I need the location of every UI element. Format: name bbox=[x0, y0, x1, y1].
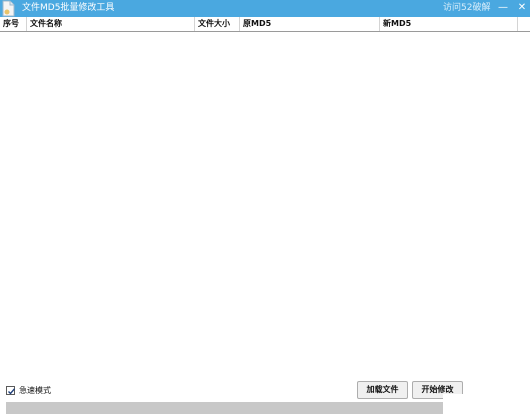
column-header-filler bbox=[518, 17, 530, 31]
fast-mode-label: 急速模式 bbox=[19, 385, 51, 395]
close-button[interactable]: ✕ bbox=[514, 0, 530, 17]
window-title: 文件MD5批量修改工具 bbox=[22, 3, 115, 13]
fast-mode-option[interactable]: 急速模式 bbox=[6, 384, 51, 396]
column-header-file-size[interactable]: 文件大小 bbox=[195, 17, 240, 31]
checkmark-icon bbox=[8, 387, 16, 395]
file-list-grid[interactable]: 序号 文件名称 文件大小 原MD5 新MD5 bbox=[0, 17, 530, 379]
minimize-button[interactable]: — bbox=[495, 0, 511, 17]
visit-52pojie-link[interactable]: 访问52破解 bbox=[443, 3, 490, 14]
overlay-patch bbox=[443, 394, 530, 418]
column-header-index[interactable]: 序号 bbox=[0, 17, 27, 31]
load-files-button[interactable]: 加载文件 bbox=[357, 381, 408, 399]
fast-mode-checkbox[interactable] bbox=[6, 385, 16, 395]
column-header-new-md5[interactable]: 新MD5 bbox=[380, 17, 518, 31]
column-header-file-name[interactable]: 文件名称 bbox=[27, 17, 195, 31]
title-bar: 文件MD5批量修改工具 访问52破解 — ✕ bbox=[0, 0, 530, 17]
grid-header: 序号 文件名称 文件大小 原MD5 新MD5 bbox=[0, 17, 530, 32]
column-header-original-md5[interactable]: 原MD5 bbox=[240, 17, 380, 31]
grid-body[interactable] bbox=[0, 32, 530, 379]
app-document-icon bbox=[1, 0, 16, 17]
